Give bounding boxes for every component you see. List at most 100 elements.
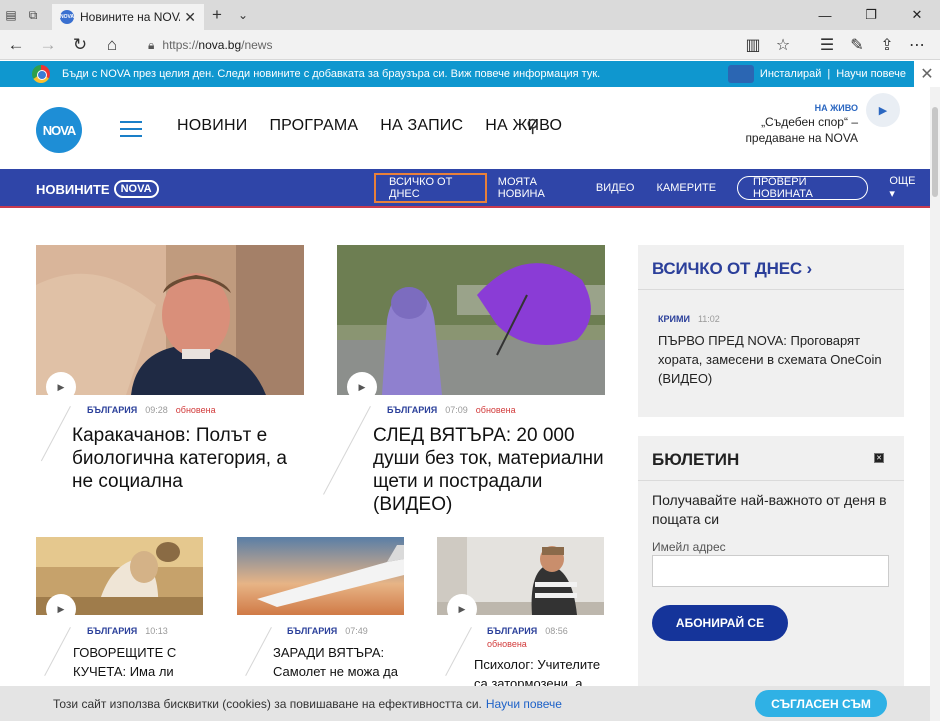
nova-logo[interactable]: NOVA bbox=[36, 107, 82, 153]
article-category[interactable]: БЪЛГАРИЯ bbox=[487, 626, 537, 636]
favorite-star-icon[interactable]: ☆ bbox=[768, 35, 798, 55]
article-image[interactable] bbox=[36, 245, 304, 395]
page-scrollbar[interactable] bbox=[930, 87, 940, 721]
email-label: Имейл адрес bbox=[652, 540, 726, 554]
notification-text[interactable]: Бъди с NOVA през целия ден. Следи новини… bbox=[62, 68, 728, 80]
subscribe-button[interactable]: АБОНИРАЙ СЕ bbox=[652, 605, 788, 641]
pen-notes-icon[interactable]: ✎ bbox=[842, 35, 872, 55]
live-now-widget[interactable]: НА ЖИВО „Съдебен спор“ – предаване на NO… bbox=[745, 103, 858, 145]
video-play-icon[interactable]: ▶ bbox=[46, 594, 76, 624]
url-field[interactable]: 🔒︎ https://nova.bg/news bbox=[148, 30, 272, 60]
hamburger-menu-icon[interactable] bbox=[120, 121, 142, 137]
article-category[interactable]: БЪЛГАРИЯ bbox=[87, 626, 137, 636]
minimize-icon[interactable]: — bbox=[802, 0, 848, 30]
article-time: 10:13 bbox=[145, 626, 168, 636]
newsletter-close-icon[interactable]: ✕ bbox=[874, 453, 884, 463]
article-category[interactable]: БЪЛГАРИЯ bbox=[87, 405, 137, 415]
today-item-time: 11:02 bbox=[697, 314, 720, 324]
install-link[interactable]: Инсталирай bbox=[760, 68, 821, 80]
newsletter-box: БЮЛЕТИН ✕ Получавайте най-важното от ден… bbox=[638, 436, 904, 684]
article-image[interactable] bbox=[237, 537, 404, 615]
section-item-all-today[interactable]: ВСИЧКО ОТ ДНЕС bbox=[374, 172, 487, 203]
nav-item-program[interactable]: ПРОГРАМА bbox=[269, 117, 358, 135]
live-play-icon[interactable]: ▶ bbox=[866, 93, 900, 127]
restore-icon[interactable]: ❐ bbox=[848, 0, 894, 30]
learn-more-link[interactable]: Научи повече bbox=[836, 68, 906, 80]
url-host: nova.bg bbox=[198, 38, 242, 52]
article-updated-badge: обновена bbox=[175, 405, 216, 415]
cookie-agree-button[interactable]: СЪГЛАСЕН СЪМ bbox=[755, 690, 887, 717]
news-section-nav: НОВИНИТЕ NOVA ВСИЧКО ОТ ДНЕС МОЯТА НОВИН… bbox=[0, 169, 930, 208]
article-image[interactable] bbox=[337, 245, 605, 395]
article-meta: БЪЛГАРИЯ 09:28 обновена bbox=[87, 405, 216, 415]
video-play-icon[interactable]: ▶ bbox=[347, 372, 377, 402]
article-meta: БЪЛГАРИЯ 10:13 bbox=[87, 626, 168, 636]
news-brand-logo[interactable]: НОВИНИТЕ NOVA bbox=[36, 180, 159, 198]
live-label: НА ЖИВО bbox=[814, 103, 858, 113]
all-today-box: ВСИЧКО ОТ ДНЕС › КРИМИ 11:02 ПЪРВО ПРЕД … bbox=[638, 245, 904, 417]
share-icon[interactable]: ⇪ bbox=[872, 35, 902, 55]
more-icon[interactable]: ⋯ bbox=[902, 35, 932, 55]
nova-extension-icon bbox=[727, 65, 754, 83]
nav-item-news[interactable]: НОВИНИ bbox=[177, 117, 247, 135]
video-play-icon[interactable]: ▶ bbox=[447, 594, 477, 624]
new-tab-icon[interactable]: + bbox=[204, 0, 230, 30]
article-category[interactable]: БЪЛГАРИЯ bbox=[287, 626, 337, 636]
newsletter-description: Получавайте най-важното от деня в пощата… bbox=[652, 492, 887, 527]
article-meta: БЪЛГАРИЯ 07:09 обновена bbox=[387, 405, 516, 415]
home-icon[interactable]: ⌂ bbox=[96, 30, 128, 60]
article-time: 09:28 bbox=[145, 405, 168, 415]
today-item-category[interactable]: КРИМИ bbox=[658, 314, 690, 324]
notification-actions: Инсталирай | Научи повече bbox=[727, 65, 906, 83]
nova-favicon-icon: NOVA bbox=[60, 10, 74, 24]
email-field[interactable] bbox=[652, 555, 889, 587]
today-item-meta: КРИМИ 11:02 bbox=[658, 314, 720, 324]
window-controls: — ❐ ✕ bbox=[802, 0, 940, 30]
notification-close-icon[interactable]: ✕ bbox=[914, 61, 940, 87]
cookie-learn-more-link[interactable]: Научи повече bbox=[486, 697, 562, 711]
search-icon[interactable]: ⚲ bbox=[526, 116, 539, 137]
scrollbar-thumb[interactable] bbox=[932, 107, 938, 197]
article-updated-badge: обновена bbox=[475, 405, 516, 415]
article-category[interactable]: БЪЛГАРИЯ bbox=[387, 405, 437, 415]
nav-item-live[interactable]: НА ЖИВО bbox=[485, 117, 562, 135]
section-item-video[interactable]: ВИДЕО bbox=[585, 169, 646, 206]
window-close-icon[interactable]: ✕ bbox=[894, 0, 940, 30]
tab-preview-icon[interactable]: ⧉ bbox=[22, 0, 44, 30]
section-item-more[interactable]: ОЩЕ ▾ bbox=[878, 169, 930, 206]
tab-actions-icon[interactable]: ▤ bbox=[0, 0, 22, 30]
today-item-headline[interactable]: ПЪРВО ПРЕД NOVA: Проговарят хората, заме… bbox=[658, 331, 898, 388]
forward-icon[interactable]: → bbox=[32, 30, 64, 60]
brand-nova-badge: NOVA bbox=[113, 180, 159, 198]
back-icon[interactable]: ← bbox=[0, 30, 32, 60]
nav-item-recorded[interactable]: НА ЗАПИС bbox=[380, 117, 463, 135]
browser-tab[interactable]: NOVA Новините на NOVA - N ✕ bbox=[52, 4, 204, 30]
article-headline[interactable]: ЗАРАДИ ВЯТЪРА: Самолет не можа да bbox=[273, 643, 398, 681]
section-item-check-news[interactable]: ПРОВЕРИ НОВИНАТА bbox=[737, 175, 869, 200]
all-today-title[interactable]: ВСИЧКО ОТ ДНЕС › bbox=[652, 259, 812, 279]
live-show-line1: „Съдебен спор“ – bbox=[761, 115, 858, 129]
main-nav: НОВИНИ ПРОГРАМА НА ЗАПИС НА ЖИВО bbox=[177, 117, 562, 135]
article-headline[interactable]: ГОВОРЕЩИТЕ С КУЧЕТА: Има ли bbox=[73, 643, 191, 681]
article-time: 07:09 bbox=[445, 405, 468, 415]
chrome-logo-icon bbox=[32, 65, 50, 83]
section-item-my-news[interactable]: МОЯТА НОВИНА bbox=[487, 169, 585, 206]
article-meta: БЪЛГАРИЯ 08:56 bbox=[487, 626, 568, 636]
tab-list-chevron-icon[interactable]: ⌄ bbox=[230, 0, 256, 30]
extension-notification-bar: Бъди с NOVA през целия ден. Следи новини… bbox=[0, 61, 940, 87]
newsletter-title: БЮЛЕТИН bbox=[652, 450, 740, 469]
sidebar-next-box bbox=[638, 676, 904, 686]
site-header: NOVA НОВИНИ ПРОГРАМА НА ЗАПИС НА ЖИВО ⚲ … bbox=[0, 87, 930, 169]
article-meta: БЪЛГАРИЯ 07:49 bbox=[287, 626, 368, 636]
article-headline[interactable]: СЛЕД ВЯТЪРА: 20 000 души без ток, матери… bbox=[373, 424, 608, 516]
article-time: 08:56 bbox=[545, 626, 568, 636]
favorites-hub-icon[interactable]: ☰ bbox=[812, 35, 842, 55]
brand-prefix: НОВИНИТЕ bbox=[36, 181, 110, 197]
article-headline[interactable]: Каракачанов: Полът е биологична категори… bbox=[72, 424, 312, 493]
section-item-cameras[interactable]: КАМЕРИТЕ bbox=[645, 169, 727, 206]
tab-close-icon[interactable]: ✕ bbox=[184, 9, 196, 26]
refresh-icon[interactable]: ↻ bbox=[64, 30, 96, 60]
section-items: ВСИЧКО ОТ ДНЕС МОЯТА НОВИНА ВИДЕО КАМЕРИ… bbox=[374, 169, 930, 206]
video-play-icon[interactable]: ▶ bbox=[46, 372, 76, 402]
reading-view-icon[interactable]: ▥ bbox=[738, 35, 768, 55]
